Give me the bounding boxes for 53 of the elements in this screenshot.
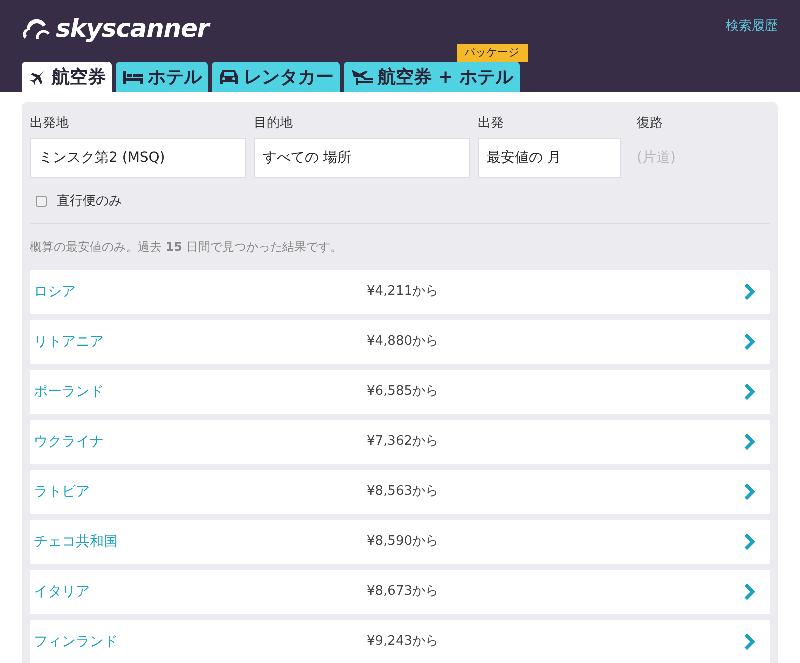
chevron-right-icon: [744, 383, 756, 401]
tab[interactable]: 航空券 + ホテル: [344, 62, 520, 92]
checkbox-label: 直行便のみ: [57, 192, 122, 210]
country-name: イタリア: [34, 582, 91, 602]
country-name: ラトビア: [34, 482, 91, 502]
note-text: 概算の最安値のみ。過去 15 日間で見つかった結果です。: [30, 240, 342, 254]
input-field[interactable]: ミンスク第2 (MSQ): [30, 138, 246, 178]
price-text: ¥8,563から: [367, 483, 440, 502]
result-row[interactable]: ラトビア ¥8,563から: [30, 470, 770, 514]
checkbox[interactable]: [36, 196, 47, 207]
car-icon: [218, 68, 240, 86]
tab[interactable]: 航空券: [22, 62, 112, 92]
field-label: 出発: [478, 115, 505, 133]
chevron-right-icon: [744, 533, 756, 551]
result-row[interactable]: ロシア ¥4,211から: [30, 270, 770, 314]
logo-text: skyscanner: [56, 13, 210, 45]
price-text: ¥6,585から: [367, 383, 440, 402]
country-name: ロシア: [34, 282, 77, 302]
field-label: 復路: [637, 115, 664, 133]
field-label: 出発地: [30, 115, 70, 133]
result-row[interactable]: ウクライナ ¥7,362から: [30, 420, 770, 464]
result-row[interactable]: ポーランド ¥6,585から: [30, 370, 770, 414]
price-text: ¥7,362から: [367, 433, 440, 452]
price-text: ¥4,880から: [367, 333, 440, 352]
price-text: ¥8,673から: [367, 583, 440, 602]
logo-icon: [22, 16, 52, 41]
search-history-link[interactable]: 検索履歴: [726, 17, 778, 36]
bed-icon: [122, 69, 144, 85]
chevron-right-icon: [744, 283, 756, 301]
country-name: リトアニア: [34, 332, 105, 352]
chevron-right-icon: [744, 633, 756, 651]
result-row[interactable]: イタリア ¥8,673から: [30, 570, 770, 614]
country-name: ポーランド: [34, 382, 105, 402]
country-name: ウクライナ: [34, 432, 105, 452]
chevron-right-icon: [744, 433, 756, 451]
chevron-right-icon: [744, 483, 756, 501]
country-name: フィンランド: [34, 632, 119, 652]
chevron-right-icon: [744, 333, 756, 351]
result-row[interactable]: チェコ共和国 ¥8,590から: [30, 520, 770, 564]
field-label: 目的地: [254, 115, 294, 133]
country-name: チェコ共和国: [34, 532, 119, 552]
package-badge: パッケージ: [456, 44, 528, 62]
price-text: ¥8,590から: [367, 533, 440, 552]
price-text: ¥4,211から: [367, 283, 440, 302]
result-row[interactable]: リトアニア ¥4,880から: [30, 320, 770, 364]
input-field[interactable]: すべての 場所: [254, 138, 470, 178]
price-text: ¥9,243から: [367, 633, 440, 652]
tab[interactable]: レンタカー: [212, 62, 340, 92]
plane-and-bed-icon: [350, 68, 374, 86]
tab[interactable]: ホテル: [116, 62, 208, 92]
result-row[interactable]: フィンランド ¥9,243から: [30, 620, 770, 663]
input-field[interactable]: 最安値の 月: [478, 138, 621, 178]
chevron-right-icon: [744, 583, 756, 601]
